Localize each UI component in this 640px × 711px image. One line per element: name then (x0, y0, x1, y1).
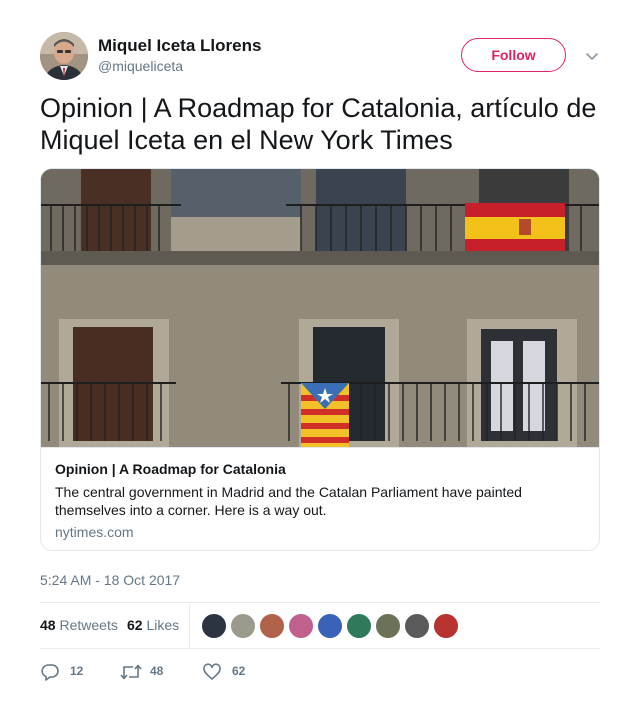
like-count: 62 (232, 664, 246, 678)
divider (40, 602, 600, 603)
like-button[interactable]: 62 (202, 660, 262, 684)
retweet-icon (120, 664, 142, 680)
heart-icon (203, 663, 221, 680)
tweet-actions: 12 48 62 (40, 660, 600, 684)
retweet-button[interactable]: 48 (120, 660, 180, 684)
tweet-header: Miquel Iceta Llorens @miqueliceta Follow (40, 32, 600, 80)
author-name[interactable]: Miquel Iceta Llorens (98, 36, 261, 56)
tweet-text: Opinion | A Roadmap for Catalonia, artíc… (40, 93, 597, 155)
reply-count: 12 (70, 664, 84, 678)
liker-avatar[interactable] (259, 613, 285, 639)
retweets-label: Retweets (59, 617, 118, 633)
likes-count: 62 (127, 617, 143, 633)
card-title[interactable]: Opinion | A Roadmap for Catalonia (55, 461, 286, 477)
follow-button[interactable]: Follow (461, 38, 566, 72)
likes-stat[interactable]: 62 Likes (127, 617, 179, 633)
link-card[interactable]: Opinion | A Roadmap for Catalonia The ce… (40, 168, 600, 551)
retweets-count: 48 (40, 617, 56, 633)
stats-separator (189, 604, 190, 648)
liker-avatar[interactable] (346, 613, 372, 639)
liker-avatar[interactable] (404, 613, 430, 639)
likes-label: Likes (146, 617, 180, 633)
chevron-down-icon[interactable] (584, 48, 600, 64)
reply-icon (41, 664, 59, 681)
retweet-count: 48 (150, 664, 164, 678)
liker-avatar[interactable] (375, 613, 401, 639)
liker-avatar[interactable] (433, 613, 459, 639)
liker-avatar[interactable] (230, 613, 256, 639)
author-handle[interactable]: @miqueliceta (98, 58, 183, 74)
card-description: The central government in Madrid and the… (55, 484, 522, 518)
liker-avatar[interactable] (317, 613, 343, 639)
retweets-stat[interactable]: 48 Retweets (40, 617, 118, 633)
card-image (41, 169, 599, 447)
tweet-timestamp[interactable]: 5:24 AM - 18 Oct 2017 (40, 572, 180, 588)
tweet-stats: 48 Retweets 62 Likes (40, 604, 600, 648)
reply-button[interactable]: 12 (40, 660, 100, 684)
divider (40, 648, 600, 649)
liker-avatar[interactable] (288, 613, 314, 639)
card-body: Opinion | A Roadmap for Catalonia The ce… (41, 447, 599, 550)
liker-avatar[interactable] (201, 613, 227, 639)
card-domain[interactable]: nytimes.com (55, 524, 134, 540)
author-avatar[interactable] (40, 32, 88, 80)
